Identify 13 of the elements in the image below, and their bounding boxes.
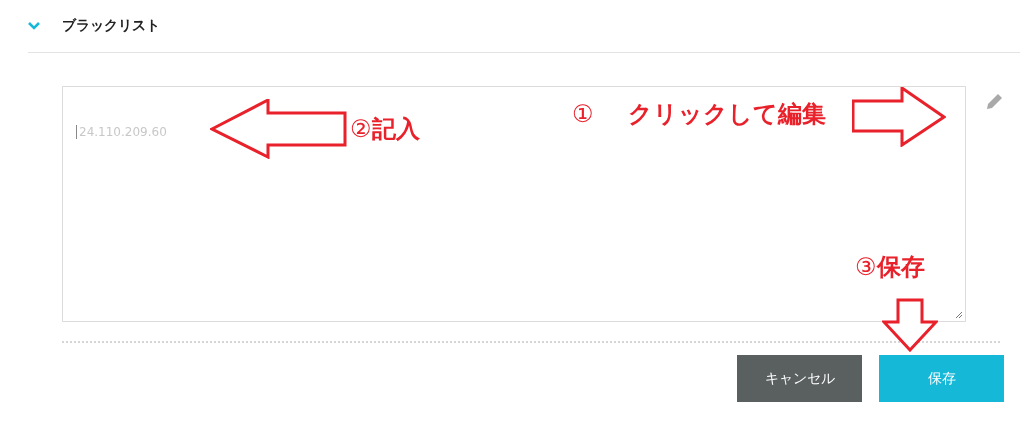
pencil-icon[interactable] [984, 92, 1004, 112]
step-number: ② [350, 115, 372, 143]
step-number: ③ [855, 253, 877, 281]
step-number: ① [572, 100, 594, 128]
save-button[interactable]: 保存 [879, 355, 1004, 402]
annotation-text: 記入 [371, 114, 420, 145]
annotation-text: クリックして編集 [627, 99, 826, 130]
arrow [882, 298, 938, 352]
section-title: ブラックリスト [62, 17, 160, 35]
chevron-icon[interactable] [28, 22, 40, 30]
annotation-text: 保存 [876, 252, 925, 283]
resize-handle-icon[interactable] [955, 311, 963, 319]
cancel-button[interactable]: キャンセル [737, 355, 862, 402]
